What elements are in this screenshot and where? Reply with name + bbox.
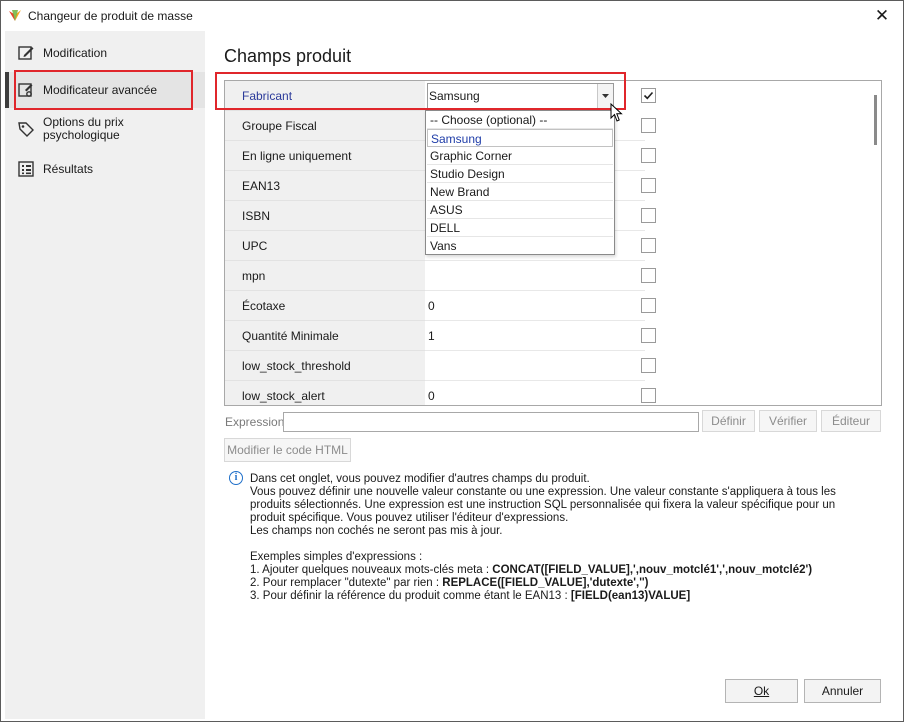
field-name: Groupe Fiscal — [225, 111, 425, 141]
grid-scrollbar[interactable] — [874, 95, 877, 145]
sidebar-item-label: Modificateur avancée — [43, 82, 158, 97]
advanced-edit-icon — [18, 83, 33, 97]
row-checkbox[interactable] — [641, 388, 656, 403]
page-title: Champs produit — [224, 46, 352, 66]
editor-button[interactable]: Éditeur — [821, 410, 881, 432]
dropdown-option[interactable]: Vans — [427, 237, 613, 255]
field-name: Écotaxe — [225, 291, 425, 321]
grid-row: low_stock_alert 0 — [225, 381, 881, 405]
row-checkbox[interactable] — [641, 238, 656, 253]
cancel-button[interactable]: Annuler — [804, 679, 881, 703]
grid-row: low_stock_threshold — [225, 351, 881, 381]
dropdown-option[interactable]: Graphic Corner — [427, 147, 613, 165]
dropdown-option[interactable]: -- Choose (optional) -- — [427, 111, 613, 129]
grid-row: Écotaxe 0 — [225, 291, 881, 321]
grid-row: mpn — [225, 261, 881, 291]
fabricant-combo[interactable]: Samsung — [427, 83, 614, 109]
field-name: low_stock_alert — [225, 381, 425, 405]
field-name: En ligne uniquement — [225, 141, 425, 171]
sidebar-item-price-options[interactable]: Options du prix psychologique — [5, 111, 205, 147]
field-value[interactable] — [425, 351, 645, 381]
grid-row-fabricant: Fabricant Samsung — [225, 81, 881, 111]
mouse-cursor-icon — [610, 103, 623, 122]
field-value[interactable]: 1 — [425, 321, 645, 351]
info-line: Vous pouvez définir une nouvelle valeur … — [250, 486, 836, 524]
field-name: Quantité Minimale — [225, 321, 425, 351]
dropdown-option[interactable]: Studio Design — [427, 165, 613, 183]
info-line: Dans cet onglet, vous pouvez modifier d'… — [250, 473, 590, 485]
row-checkbox[interactable] — [641, 268, 656, 283]
dropdown-option[interactable]: New Brand — [427, 183, 613, 201]
row-checkbox[interactable] — [641, 358, 656, 373]
grid-row: Quantité Minimale 1 — [225, 321, 881, 351]
close-icon: ✕ — [874, 6, 890, 25]
price-tag-icon — [18, 122, 34, 137]
checkmark-icon — [643, 91, 654, 100]
fabricant-dropdown-list: -- Choose (optional) -- Samsung Graphic … — [425, 110, 615, 255]
field-name: EAN13 — [225, 171, 425, 201]
verify-button[interactable]: Vérifier — [759, 410, 817, 432]
sidebar-item-label: Modification — [43, 45, 108, 60]
info-line: Les champs non cochés ne seront pas mis … — [250, 525, 503, 537]
field-value[interactable]: 0 — [425, 291, 645, 321]
row-checkbox[interactable] — [641, 118, 656, 133]
field-value[interactable]: 0 — [425, 381, 645, 405]
define-button[interactable]: Définir — [702, 410, 755, 432]
edit-icon — [18, 46, 34, 60]
field-value[interactable] — [425, 261, 645, 291]
close-button[interactable]: ✕ — [863, 1, 901, 31]
field-name: Fabricant — [225, 81, 425, 111]
row-checkbox[interactable] — [641, 208, 656, 223]
sidebar: Modification Modificateur avancée Option… — [5, 31, 205, 719]
combo-value: Samsung — [429, 89, 480, 103]
chevron-down-icon — [602, 94, 609, 98]
sidebar-item-modification[interactable]: Modification — [5, 35, 205, 71]
example-2: 2. Pour remplacer "dutexte" par rien : R… — [250, 577, 649, 589]
expression-input[interactable] — [283, 412, 699, 432]
dropdown-option[interactable]: DELL — [427, 219, 613, 237]
title-bar: Changeur de produit de masse ✕ — [1, 1, 903, 31]
row-checkbox[interactable] — [641, 148, 656, 163]
results-list-icon — [18, 161, 34, 177]
dropdown-option-selected[interactable]: Samsung — [427, 129, 613, 147]
dialog-window: Changeur de produit de masse ✕ Modificat… — [0, 0, 904, 722]
example-3: 3. Pour définir la référence du produit … — [250, 590, 691, 602]
field-name: low_stock_threshold — [225, 351, 425, 381]
app-logo-icon — [9, 10, 21, 21]
row-checkbox[interactable] — [641, 298, 656, 313]
info-icon: i — [229, 471, 243, 485]
field-name: ISBN — [225, 201, 425, 231]
row-checkbox[interactable] — [641, 88, 656, 103]
row-checkbox[interactable] — [641, 328, 656, 343]
sidebar-item-label: Options du prix psychologique — [43, 115, 124, 142]
ok-button[interactable]: Ok — [725, 679, 798, 703]
edit-html-button[interactable]: Modifier le code HTML — [224, 438, 351, 462]
row-checkbox[interactable] — [641, 178, 656, 193]
field-name: UPC — [225, 231, 425, 261]
sidebar-item-label: Résultats — [43, 161, 94, 176]
expression-label: Expression — [225, 415, 285, 429]
example-1: 1. Ajouter quelques nouveaux mots-clés m… — [250, 564, 813, 576]
sidebar-item-results[interactable]: Résultats — [5, 151, 205, 187]
sidebar-item-advanced[interactable]: Modificateur avancée — [5, 72, 205, 108]
examples-title: Exemples simples d'expressions : — [250, 551, 423, 563]
field-name: mpn — [225, 261, 425, 291]
window-title: Changeur de produit de masse — [28, 9, 193, 23]
dropdown-option[interactable]: ASUS — [427, 201, 613, 219]
info-text: Dans cet onglet, vous pouvez modifier d'… — [250, 473, 890, 603]
